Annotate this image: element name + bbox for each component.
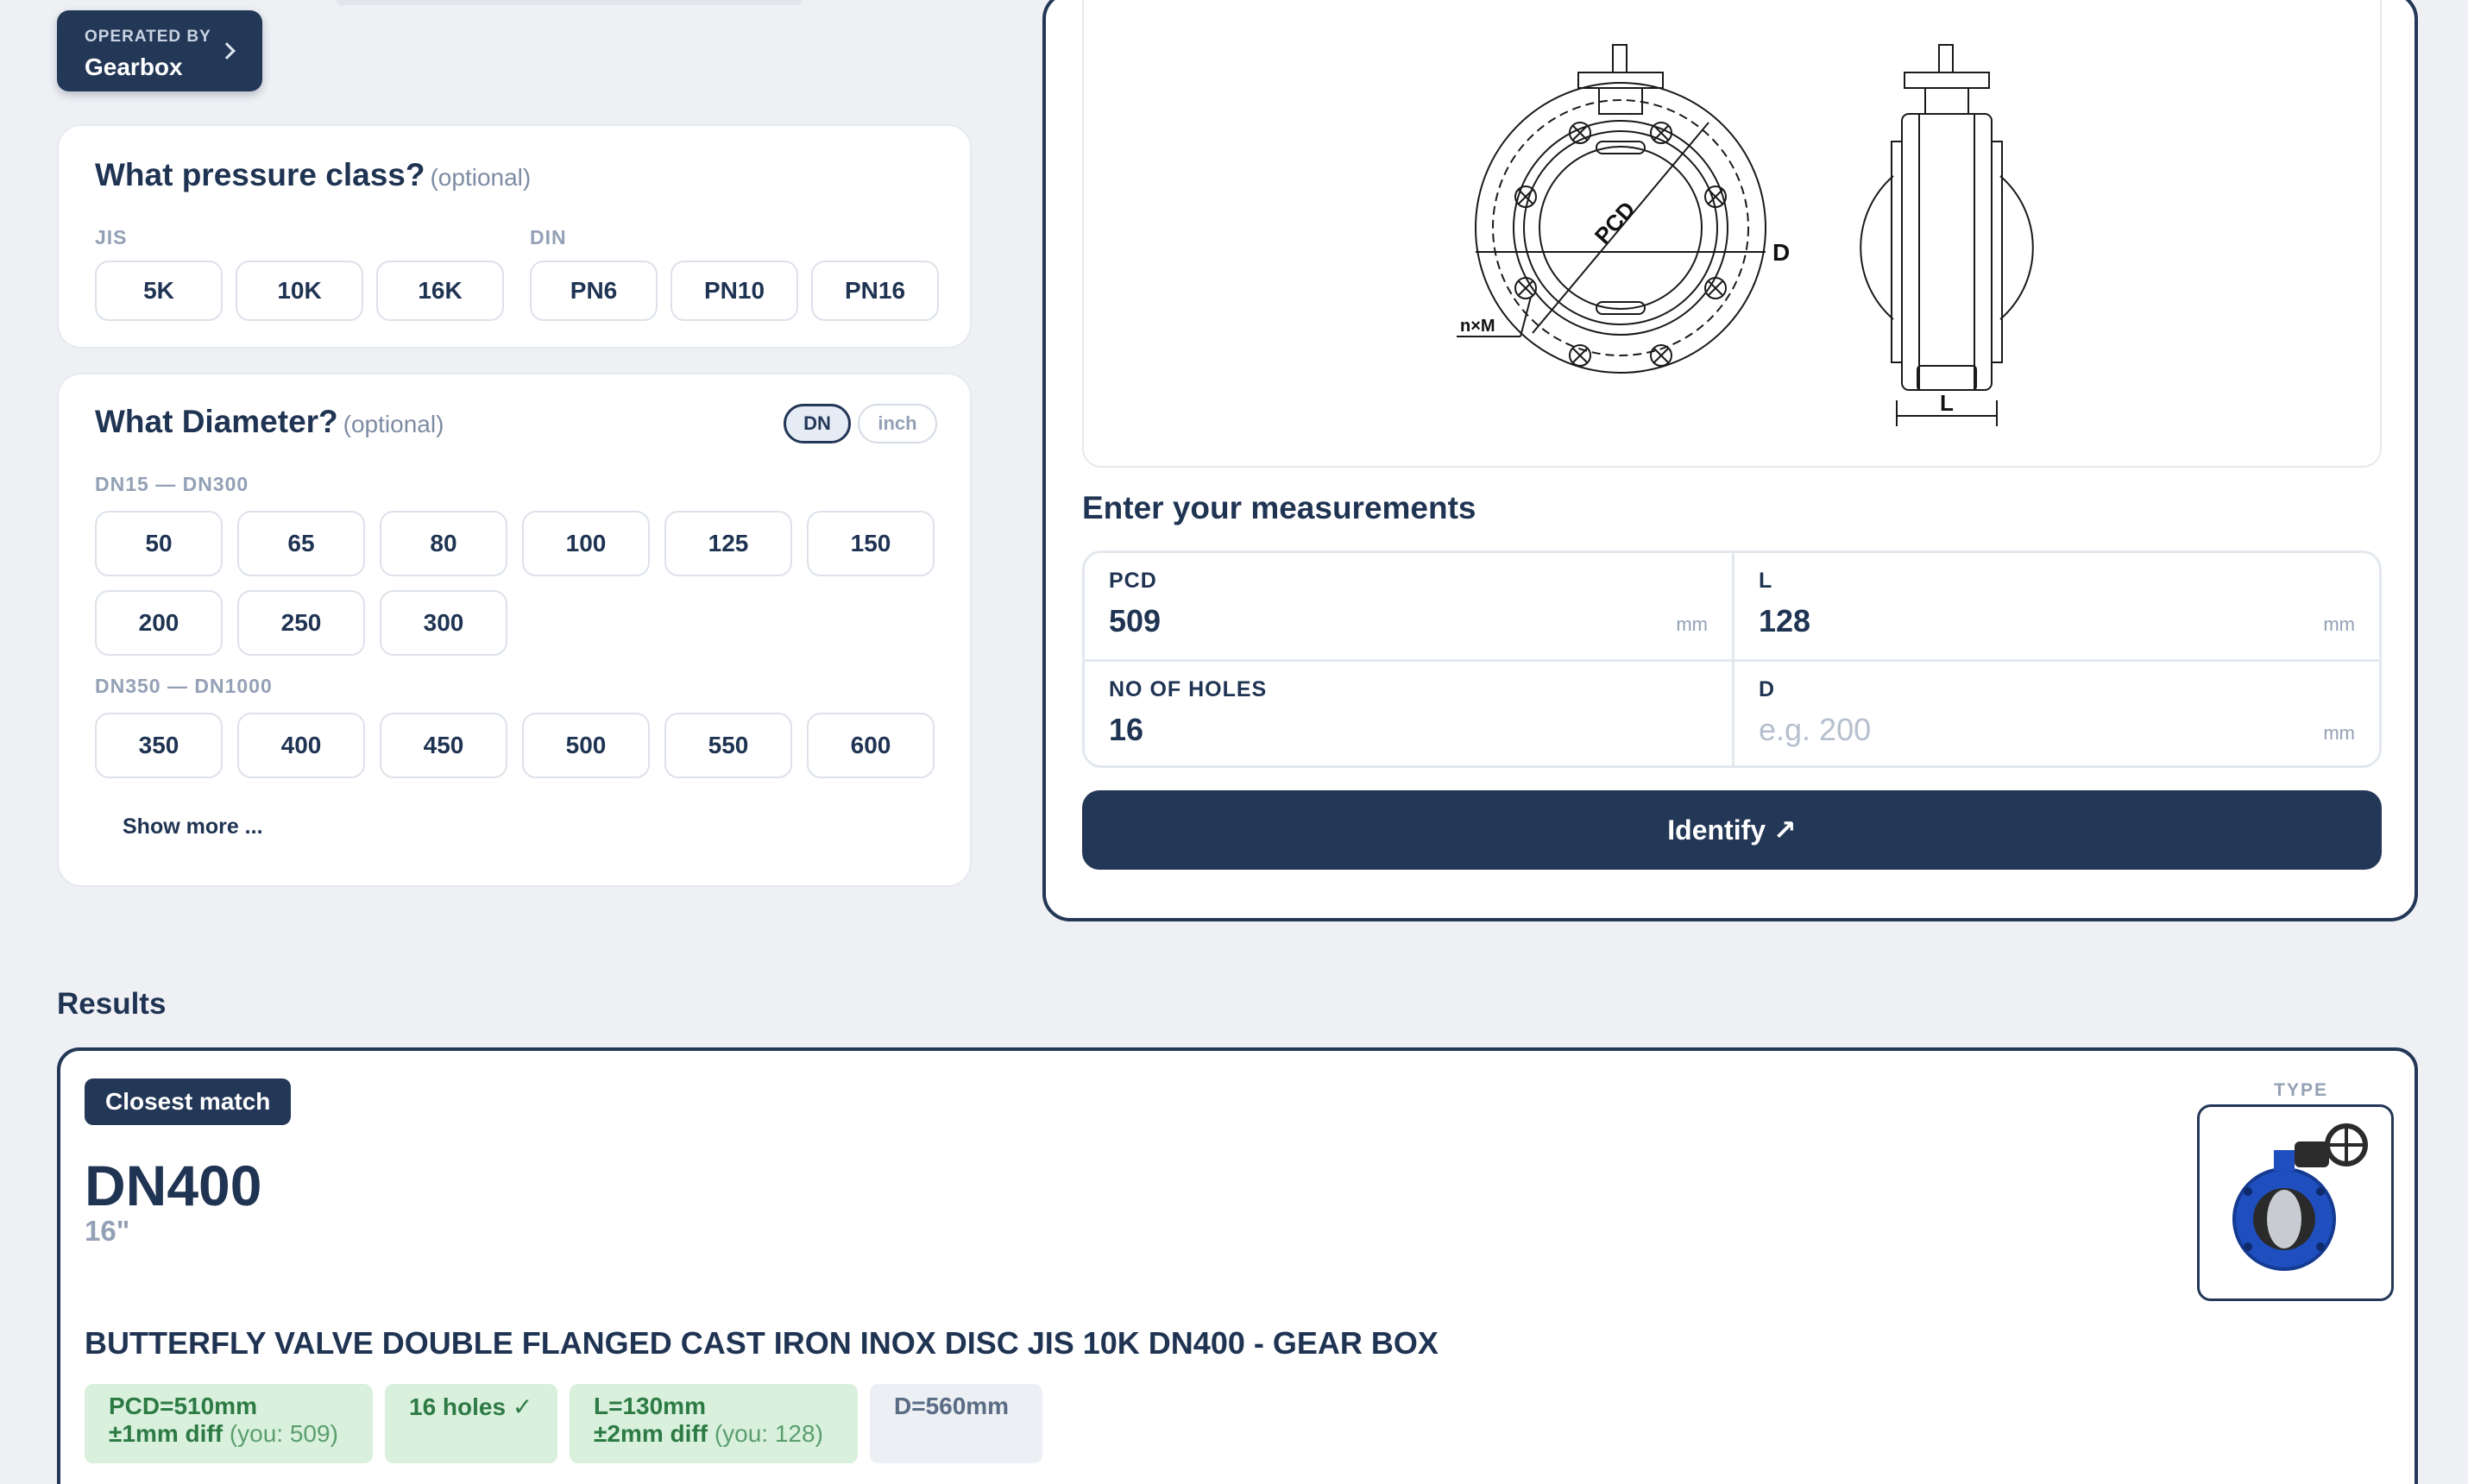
holes-input[interactable]: 16 bbox=[1109, 712, 1143, 748]
l-input[interactable]: 128 bbox=[1759, 603, 1810, 639]
pcd-label: PCD bbox=[1109, 569, 1157, 593]
optional-hint: (optional) bbox=[430, 164, 532, 191]
l-label: L bbox=[1759, 569, 1773, 593]
show-more-link[interactable]: Show more ... bbox=[123, 814, 263, 839]
unit-toggle-inch[interactable]: inch bbox=[858, 404, 937, 443]
diameter-option-600[interactable]: 600 bbox=[807, 713, 935, 778]
range-label-dn15-dn300: DN15 — DN300 bbox=[95, 473, 249, 495]
l-field[interactable]: L 128 mm bbox=[1732, 553, 2379, 659]
pressure-option-16k[interactable]: 16K bbox=[376, 261, 504, 321]
d-label: D bbox=[1759, 677, 1776, 701]
optional-hint: (optional) bbox=[343, 411, 444, 437]
pcd-input[interactable]: 509 bbox=[1109, 603, 1161, 639]
match-tag-holes: 16 holes ✓ bbox=[385, 1384, 557, 1463]
unit-toggle-dn[interactable]: DN bbox=[784, 404, 851, 443]
result-inch: 16" bbox=[85, 1215, 130, 1247]
l-unit: mm bbox=[2323, 613, 2355, 635]
diameter-option-125[interactable]: 125 bbox=[664, 511, 792, 576]
pressure-option-pn6[interactable]: PN6 bbox=[530, 261, 658, 321]
holes-label: NO OF HOLES bbox=[1109, 677, 1268, 701]
match-tag-l-diff: ±2mm diff (you: 128) bbox=[594, 1420, 823, 1447]
match-tag-l: L=130mm ±2mm diff (you: 128) bbox=[570, 1384, 858, 1463]
diameter-option-250[interactable]: 250 bbox=[237, 590, 365, 656]
match-tag-pcd-diff: ±1mm diff (you: 509) bbox=[109, 1420, 338, 1447]
diameter-option-550[interactable]: 550 bbox=[664, 713, 792, 778]
d-unit: mm bbox=[2323, 722, 2355, 744]
holes-field[interactable]: NO OF HOLES 16 bbox=[1085, 659, 1732, 765]
diameter-option-50[interactable]: 50 bbox=[95, 511, 223, 576]
pcd-unit: mm bbox=[1676, 613, 1708, 635]
diagram-label-l: L bbox=[1940, 390, 1954, 416]
pressure-option-5k[interactable]: 5K bbox=[95, 261, 223, 321]
match-tag-d: D=560mm bbox=[870, 1384, 1042, 1463]
valve-type-image[interactable] bbox=[2197, 1104, 2394, 1301]
diameter-option-450[interactable]: 450 bbox=[380, 713, 507, 778]
measurement-panel: PCD D n×M L Enter your measurements PCD … bbox=[1042, 0, 2418, 921]
match-tag-pcd-value: PCD=510mm bbox=[109, 1393, 257, 1419]
d-input[interactable]: e.g. 200 bbox=[1759, 712, 1871, 748]
diameter-option-200[interactable]: 200 bbox=[95, 590, 223, 656]
diameter-option-150[interactable]: 150 bbox=[807, 511, 935, 576]
diagram-label-pcd: PCD bbox=[1590, 197, 1640, 249]
match-tag-holes-value: 16 holes ✓ bbox=[409, 1393, 533, 1420]
type-label: TYPE bbox=[2274, 1080, 2328, 1100]
chevron-right-icon bbox=[218, 42, 236, 60]
diameter-option-500[interactable]: 500 bbox=[522, 713, 650, 778]
butterfly-valve-drawing: PCD D n×M L bbox=[1457, 44, 2034, 426]
diameter-option-65[interactable]: 65 bbox=[237, 511, 365, 576]
scrolled-content-edge bbox=[337, 0, 803, 5]
group-label-din: DIN bbox=[530, 226, 567, 248]
operated-by-badge[interactable]: OPERATED BY Gearbox bbox=[57, 10, 262, 91]
operator-name: Gearbox bbox=[85, 53, 183, 80]
group-label-jis: JIS bbox=[95, 226, 128, 248]
operated-by-label: OPERATED BY bbox=[85, 28, 211, 46]
measurements-title: Enter your measurements bbox=[1082, 490, 1476, 525]
diameter-option-350[interactable]: 350 bbox=[95, 713, 223, 778]
result-dn: DN400 bbox=[85, 1154, 262, 1217]
result-card[interactable]: Closest match DN400 16" TYPE BUTTERFLY V… bbox=[57, 1047, 2418, 1484]
pcd-field[interactable]: PCD 509 mm bbox=[1085, 553, 1732, 659]
pressure-option-pn10[interactable]: PN10 bbox=[671, 261, 798, 321]
pressure-option-10k[interactable]: 10K bbox=[236, 261, 363, 321]
range-label-dn350-dn1000: DN350 — DN1000 bbox=[95, 675, 273, 697]
match-tag-l-you: (you: 128) bbox=[714, 1420, 823, 1447]
valve-dimension-diagram: PCD D n×M L bbox=[1082, 0, 2382, 468]
product-name: BUTTERFLY VALVE DOUBLE FLANGED CAST IRON… bbox=[85, 1325, 1439, 1361]
match-tag-pcd: PCD=510mm ±1mm diff (you: 509) bbox=[85, 1384, 373, 1463]
diameter-option-400[interactable]: 400 bbox=[237, 713, 365, 778]
match-tag-l-value: L=130mm bbox=[594, 1393, 706, 1419]
measurement-fields: PCD 509 mm L 128 mm NO OF HOLES 16 D e.g… bbox=[1082, 550, 2382, 768]
match-tag-pcd-you: (you: 509) bbox=[229, 1420, 338, 1447]
pressure-class-title: What pressure class? (optional) bbox=[95, 157, 532, 192]
identify-button[interactable]: Identify ↗ bbox=[1082, 790, 2382, 870]
diameter-option-300[interactable]: 300 bbox=[380, 590, 507, 656]
match-tag-d-value: D=560mm bbox=[894, 1393, 1010, 1419]
diameter-title: What Diameter? (optional) bbox=[95, 404, 444, 439]
diameter-card: What Diameter? (optional) DN inch DN15 — … bbox=[57, 373, 972, 887]
diagram-label-d: D bbox=[1772, 239, 1790, 266]
diameter-option-100[interactable]: 100 bbox=[522, 511, 650, 576]
results-title: Results bbox=[57, 987, 167, 1021]
diameter-option-80[interactable]: 80 bbox=[380, 511, 507, 576]
closest-match-badge: Closest match bbox=[85, 1078, 292, 1125]
butterfly-valve-icon bbox=[2232, 1123, 2368, 1271]
d-field[interactable]: D e.g. 200 mm bbox=[1732, 659, 2379, 765]
pressure-class-card: What pressure class? (optional) JIS DIN 5… bbox=[57, 124, 972, 349]
pressure-option-pn16[interactable]: PN16 bbox=[811, 261, 939, 321]
diagram-label-nxm: n×M bbox=[1460, 317, 1495, 336]
